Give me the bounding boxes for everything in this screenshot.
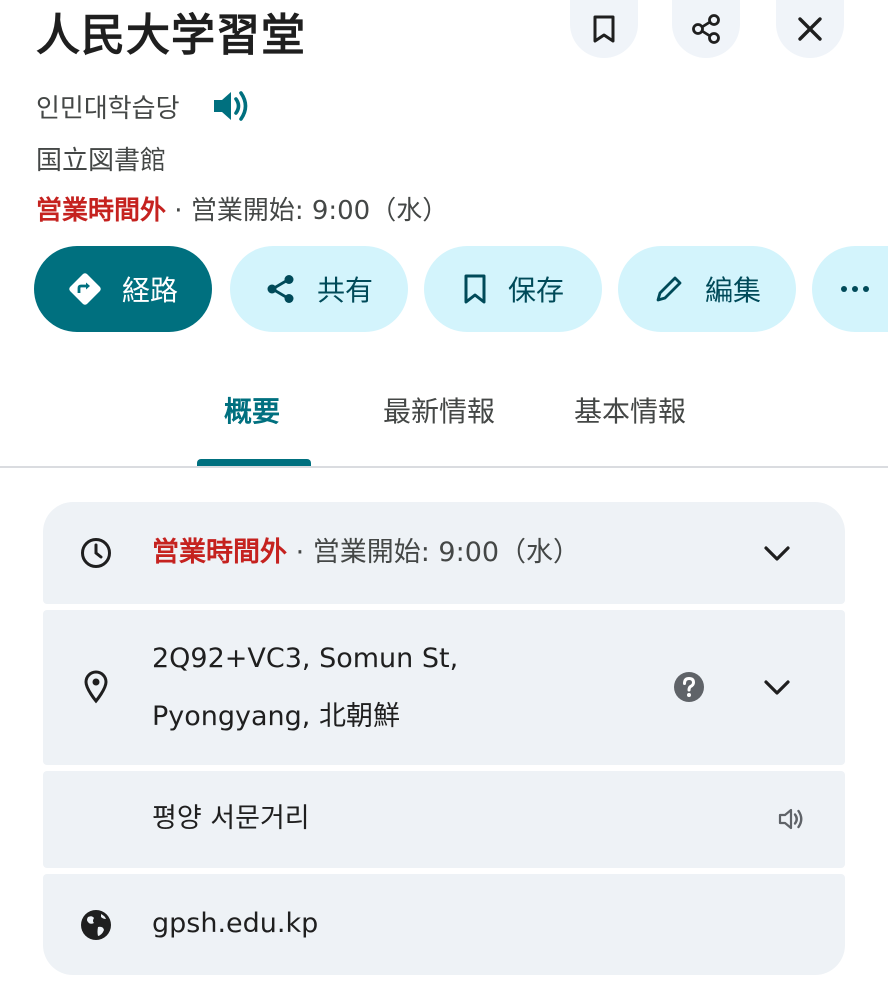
address-line-2: Pyongyang, 北朝鮮 <box>152 701 400 732</box>
edit-button[interactable]: 編集 <box>618 246 796 332</box>
directions-icon <box>68 272 102 306</box>
share-header-button[interactable] <box>672 0 740 58</box>
location-pin-icon <box>79 670 113 704</box>
save-button[interactable]: 保存 <box>424 246 602 332</box>
hours-status: 営業時間外 <box>152 537 287 568</box>
share-label: 共有 <box>316 274 373 307</box>
directions-button[interactable]: 経路 <box>34 246 212 332</box>
opens-text: 営業開始: 9:00（水） <box>190 196 449 226</box>
share-icon <box>265 273 297 305</box>
tab-active-indicator <box>197 459 311 466</box>
pronounce-button[interactable] <box>210 84 254 128</box>
hours-opens: 営業開始: 9:00（水） <box>312 537 581 568</box>
close-button[interactable] <box>776 0 844 58</box>
hours-summary[interactable]: 営業時間外 · 営業開始: 9:00（水） <box>36 193 448 229</box>
local-address-row[interactable]: 평양 서문거리 <box>43 771 845 868</box>
more-actions-button[interactable] <box>812 246 888 332</box>
hours-separator: · <box>287 537 313 568</box>
speaker-icon <box>213 91 247 121</box>
help-icon[interactable] <box>673 671 705 703</box>
status-closed: 営業時間外 <box>36 196 167 226</box>
separator: · <box>166 196 191 226</box>
save-header-button[interactable] <box>570 0 638 58</box>
save-label: 保存 <box>507 274 564 307</box>
korean-name-row: 인민대학습당 <box>36 84 254 128</box>
address-row[interactable]: 2Q92+VC3, Somun St, Pyongyang, 北朝鮮 <box>43 610 845 765</box>
hours-row[interactable]: 営業時間外 · 営業開始: 9:00（水） <box>43 502 845 604</box>
speaker-icon[interactable] <box>777 805 805 833</box>
share-button[interactable]: 共有 <box>230 246 408 332</box>
share-icon <box>692 14 720 44</box>
close-icon <box>798 17 822 41</box>
tab-updates[interactable]: 最新情報 <box>383 390 495 434</box>
address-line-1: 2Q92+VC3, Somun St, <box>152 643 459 674</box>
clock-icon <box>79 536 113 570</box>
bookmark-icon <box>593 15 615 43</box>
local-address-text: 평양 서문거리 <box>152 803 310 834</box>
chevron-down-icon[interactable] <box>761 672 793 704</box>
tab-divider <box>0 466 888 468</box>
pencil-icon <box>653 273 685 305</box>
tab-overview[interactable]: 概要 <box>224 390 280 434</box>
hours-text: 営業時間外 · 営業開始: 9:00（水） <box>152 534 580 572</box>
korean-name: 인민대학습당 <box>36 93 180 124</box>
website-link[interactable]: gpsh.edu.kp <box>152 905 318 943</box>
more-horizontal-icon <box>841 286 869 292</box>
website-row[interactable]: gpsh.edu.kp <box>43 874 845 975</box>
globe-icon <box>79 908 113 942</box>
chevron-down-icon[interactable] <box>761 538 793 570</box>
bookmark-icon <box>462 273 488 305</box>
edit-label: 編集 <box>704 274 761 307</box>
place-title: 人民大学習堂 <box>36 10 306 61</box>
place-category: 国立図書館 <box>36 146 167 176</box>
tab-about[interactable]: 基本情報 <box>574 390 686 434</box>
directions-label: 経路 <box>121 274 178 307</box>
